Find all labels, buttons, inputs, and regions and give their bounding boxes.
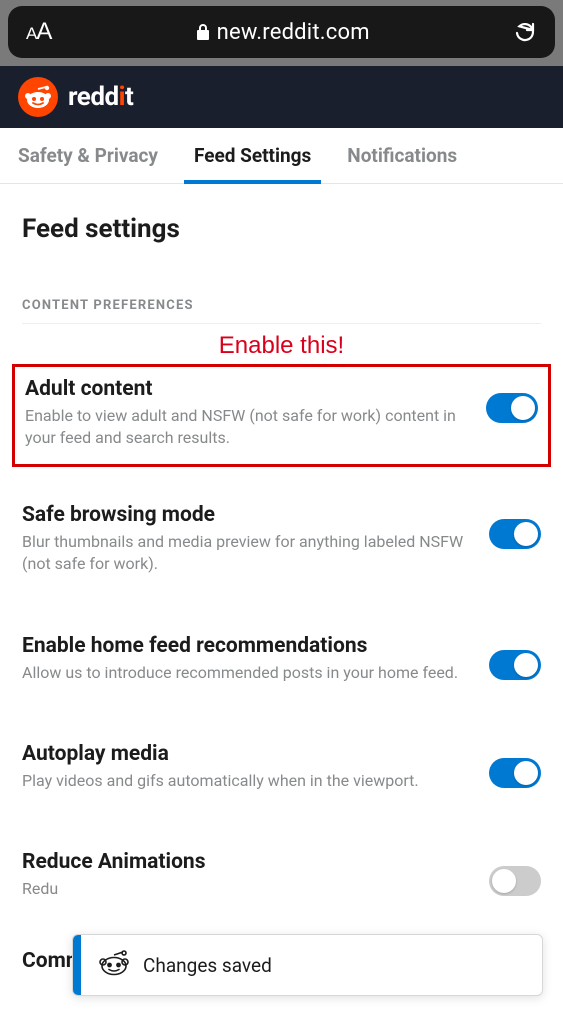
- tab-safety-privacy[interactable]: Safety & Privacy: [0, 128, 176, 183]
- setting-reduce-animations: Reduce Animations Redu: [22, 850, 541, 918]
- browser-url-bar[interactable]: AA new.reddit.com: [8, 6, 555, 58]
- setting-desc: Enable to view adult and NSFW (not safe …: [25, 405, 472, 450]
- text-size-control[interactable]: AA: [26, 18, 51, 46]
- toast-text: Changes saved: [143, 954, 272, 977]
- browser-chrome-gap: [0, 58, 563, 66]
- toggle-autoplay-media[interactable]: [489, 758, 541, 788]
- section-label-content-preferences: CONTENT PREFERENCES: [22, 298, 541, 324]
- reddit-logo-icon[interactable]: [18, 77, 58, 117]
- toggle-reduce-animations[interactable]: [489, 866, 541, 896]
- browser-chrome: AA new.reddit.com: [0, 0, 563, 58]
- setting-title: Safe browsing mode: [22, 503, 475, 527]
- toggle-safe-browsing[interactable]: [489, 519, 541, 549]
- setting-title: Adult content: [25, 377, 472, 401]
- page-title: Feed settings: [22, 184, 541, 268]
- lock-icon: [195, 23, 211, 41]
- toggle-home-recommendations[interactable]: [489, 650, 541, 680]
- snoo-outline-icon: [99, 950, 129, 980]
- setting-adult-content: Adult content Enable to view adult and N…: [25, 377, 538, 450]
- settings-tabs: Safety & Privacy Feed Settings Notificat…: [0, 128, 563, 184]
- page-content: Feed settings CONTENT PREFERENCES Enable…: [0, 184, 563, 973]
- setting-desc: Redu: [22, 878, 475, 900]
- setting-desc: Blur thumbnails and media preview for an…: [22, 531, 475, 576]
- setting-title: Reduce Animations: [22, 850, 475, 874]
- setting-desc: Play videos and gifs automatically when …: [22, 770, 475, 792]
- tab-feed-settings[interactable]: Feed Settings: [176, 128, 329, 183]
- setting-autoplay-media: Autoplay media Play videos and gifs auto…: [22, 742, 541, 810]
- setting-safe-browsing: Safe browsing mode Blur thumbnails and m…: [22, 503, 541, 594]
- url-display[interactable]: new.reddit.com: [51, 20, 513, 45]
- annotation-enable-this: Enable this!: [22, 324, 541, 364]
- setting-desc: Allow us to introduce recommended posts …: [22, 662, 475, 684]
- toggle-adult-content[interactable]: [486, 393, 538, 423]
- tab-notifications[interactable]: Notifications: [329, 128, 475, 183]
- url-text: new.reddit.com: [217, 20, 370, 45]
- setting-home-recommendations: Enable home feed recommendations Allow u…: [22, 634, 541, 702]
- setting-title: Autoplay media: [22, 742, 475, 766]
- app-header: reddit: [0, 66, 563, 128]
- setting-title: Enable home feed recommendations: [22, 634, 475, 658]
- annotation-highlight-box: Adult content Enable to view adult and N…: [12, 364, 551, 467]
- toast-changes-saved: Changes saved: [72, 934, 543, 996]
- reload-icon[interactable]: [513, 20, 537, 44]
- reddit-wordmark[interactable]: reddit: [68, 82, 133, 112]
- toast-accent-bar: [73, 935, 81, 995]
